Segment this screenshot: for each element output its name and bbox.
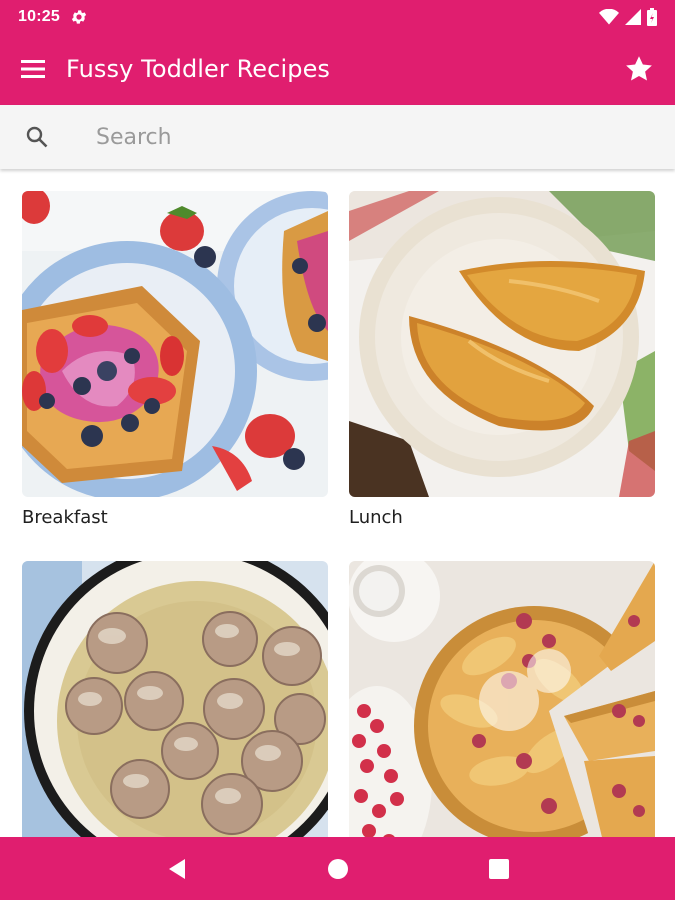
gear-icon (71, 9, 87, 24)
home-button[interactable] (318, 849, 358, 889)
empanadas-on-plate-photo (349, 191, 655, 497)
back-button[interactable] (157, 849, 197, 889)
app-bar: Fussy Toddler Recipes (0, 33, 675, 105)
category-card-lunch[interactable]: Lunch (349, 191, 655, 531)
search-bar (0, 105, 675, 169)
search-input[interactable] (96, 124, 596, 150)
search-button[interactable] (0, 125, 74, 149)
battery-icon (647, 7, 657, 26)
category-label: Breakfast (22, 507, 108, 528)
hamburger-menu-button[interactable] (0, 33, 66, 105)
category-grid: Breakfast Lunch (0, 169, 675, 837)
wifi-icon (599, 8, 619, 24)
system-navigation-bar (0, 837, 675, 900)
search-icon (26, 126, 48, 148)
category-card-tart[interactable] (349, 561, 655, 837)
category-label: Lunch (349, 507, 403, 528)
app-title: Fussy Toddler Recipes (66, 55, 331, 83)
favorites-button[interactable] (603, 33, 675, 105)
star-icon (626, 56, 652, 81)
home-icon (327, 858, 348, 879)
french-toast-with-berries-photo (22, 191, 328, 497)
back-icon (168, 858, 185, 879)
recents-icon (488, 858, 509, 879)
category-card-meatballs[interactable] (22, 561, 328, 837)
category-card-breakfast[interactable]: Breakfast (22, 191, 328, 531)
signal-icon (625, 8, 641, 25)
recents-button[interactable] (479, 849, 519, 889)
hamburger-menu-icon (21, 60, 45, 78)
raspberry-tart-photo (349, 561, 655, 837)
status-time: 10:25 (18, 7, 60, 25)
meatballs-in-gravy-photo (22, 561, 328, 837)
status-bar: 10:25 (0, 0, 675, 33)
